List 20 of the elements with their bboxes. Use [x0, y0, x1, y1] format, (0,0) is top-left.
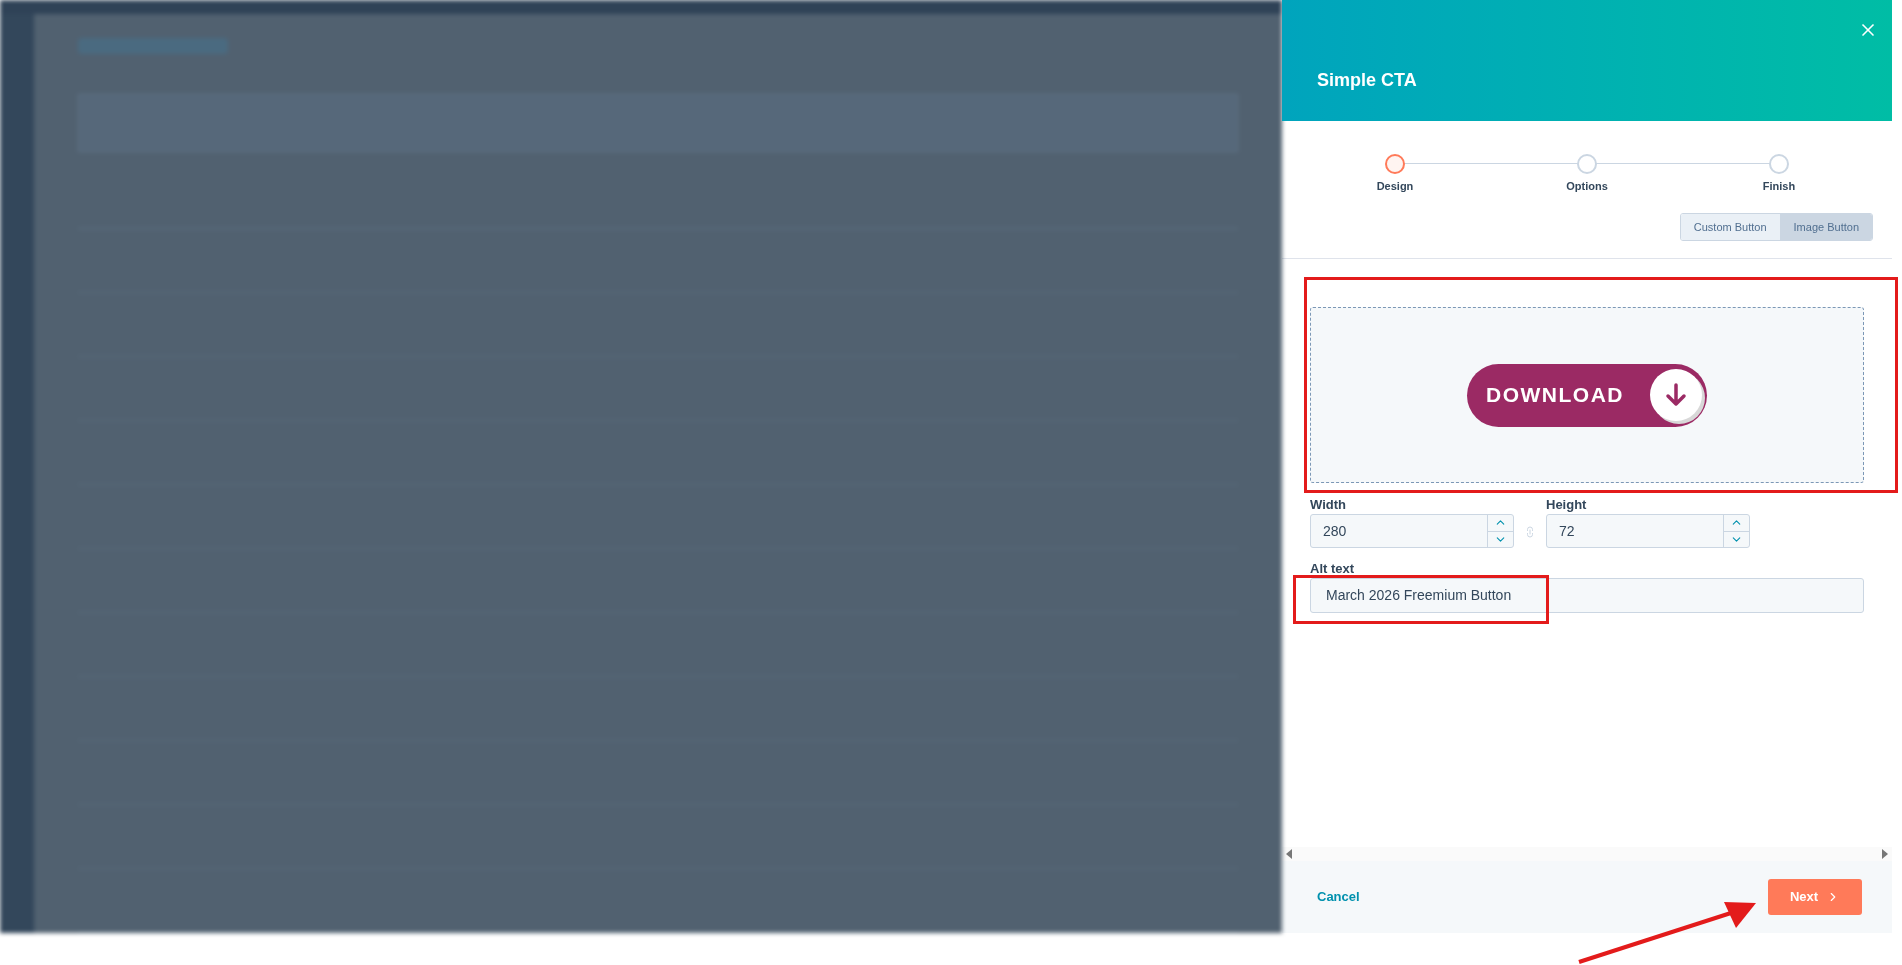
alt-text-field[interactable]: March 2026 Freemium Button: [1310, 578, 1864, 613]
toggle-option[interactable]: Image Button: [1779, 214, 1872, 240]
scroll-right-icon[interactable]: [1882, 849, 1888, 859]
step[interactable]: Finish: [1741, 154, 1817, 195]
step[interactable]: Design: [1357, 154, 1433, 195]
number-input[interactable]: 72: [1547, 515, 1723, 547]
down-arrow-icon: [1664, 382, 1688, 408]
download-button-image: DOWNLOAD: [1467, 363, 1707, 427]
scroll-left-icon[interactable]: [1286, 849, 1292, 859]
field-label: Alt text: [1310, 561, 1356, 577]
step[interactable]: Options: [1549, 154, 1625, 195]
link-icon: [1524, 526, 1536, 538]
field-label: Width: [1310, 497, 1346, 513]
number-field[interactable]: 72: [1546, 514, 1750, 548]
panel-title: Simple CTA: [1317, 69, 1417, 92]
alt-text-input[interactable]: March 2026 Freemium Button: [1311, 585, 1863, 606]
field-label: Height: [1546, 497, 1587, 513]
number-input[interactable]: 280: [1311, 515, 1487, 547]
number-field[interactable]: 280: [1310, 514, 1514, 548]
toggle-option[interactable]: Custom Button: [1680, 214, 1780, 240]
